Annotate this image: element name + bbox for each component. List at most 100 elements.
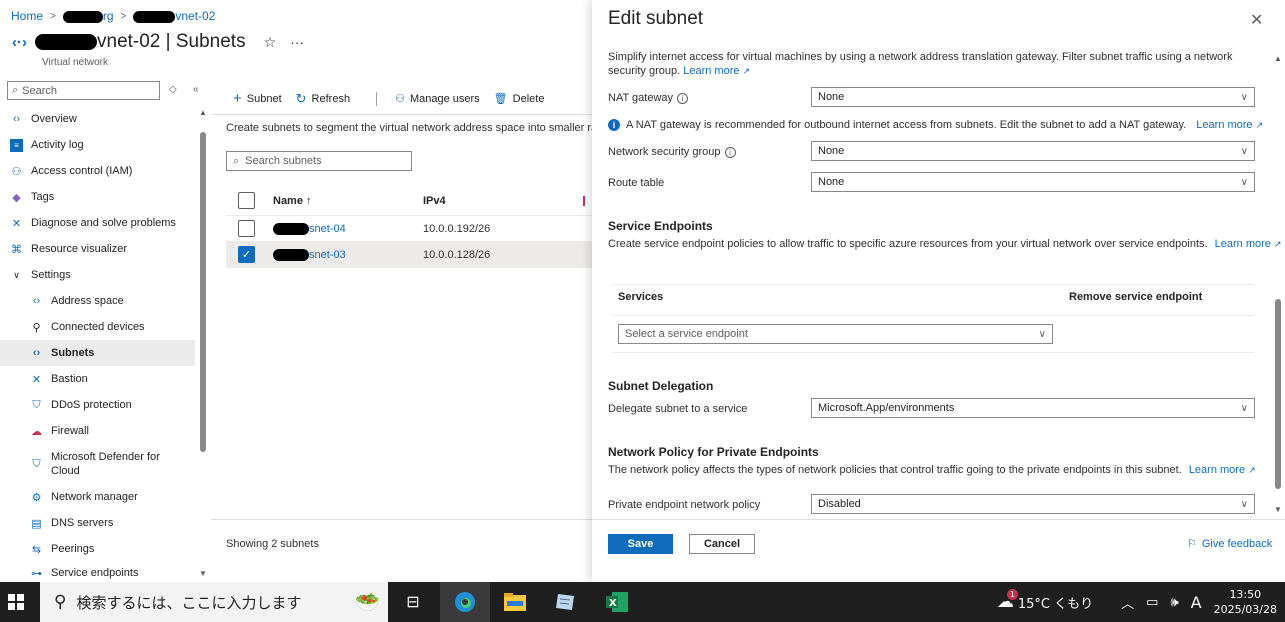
delegation-dropdown[interactable]: Microsoft.App/environments ∨ — [811, 398, 1255, 418]
service-endpoint-dropdown[interactable]: Select a service endpoint ∨ — [618, 324, 1053, 344]
sidebar-item-ddos[interactable]: ⛉ DDoS protection — [0, 392, 195, 418]
chevron-up-icon[interactable]: ︿ — [1121, 593, 1134, 612]
sidebar-item-overview[interactable]: ‹› Overview — [0, 106, 195, 132]
delete-button[interactable]: 🗑 Delete — [494, 92, 545, 106]
subnet-name-link[interactable]: snet-03 — [273, 248, 423, 261]
scrollbar-thumb[interactable] — [1275, 299, 1281, 489]
chevron-down-icon: ∨ — [1240, 91, 1248, 103]
firewall-icon: ☁ — [31, 425, 42, 438]
breadcrumb-resource-group[interactable]: rg — [62, 9, 114, 23]
results-count: Showing 2 subnets — [226, 538, 319, 550]
route-table-label: Route table — [608, 177, 665, 189]
weather-widget[interactable]: ☁ 1 15°C くもり — [997, 589, 1093, 612]
sidebar-item-tags[interactable]: ◆ Tags — [0, 184, 195, 210]
nsg-dropdown[interactable]: None ∨ — [811, 141, 1255, 161]
feedback-icon: ⚐ — [1187, 538, 1197, 550]
sidebar-item-dns-servers[interactable]: ▤ DNS servers — [0, 510, 195, 536]
search-highlight-icon: 🥗 — [355, 590, 380, 614]
scroll-up-icon[interactable]: ▲ — [199, 108, 207, 117]
windows-start-icon[interactable] — [8, 594, 24, 613]
info-icon[interactable]: i — [724, 146, 736, 158]
row-checkbox[interactable] — [238, 220, 255, 237]
sidebar-item-activity-log[interactable]: ≡ Activity log — [0, 132, 195, 158]
delegate-label: Delegate subnet to a service — [608, 403, 748, 415]
chevron-down-icon: ∨ — [13, 269, 20, 280]
learn-more-link[interactable]: Learn more ↗ — [1196, 118, 1263, 132]
learn-more-link[interactable]: Learn more ↗ — [1215, 238, 1282, 250]
refresh-button[interactable]: ↻ Refresh — [296, 91, 350, 107]
panel-intro: Simplify internet access for virtual mac… — [608, 51, 1233, 77]
redacted-text — [62, 10, 103, 23]
info-filled-icon: i — [608, 119, 620, 131]
row-checkbox[interactable]: ✓ — [238, 246, 255, 263]
sidebar-item-defender[interactable]: ⛉ Microsoft Defender for Cloud — [0, 444, 195, 484]
scroll-up-icon[interactable]: ▲ — [1274, 54, 1282, 63]
learn-more-link[interactable]: Learn more ↗ — [683, 65, 750, 77]
sidebar-item-subnets[interactable]: ‹› Subnets — [0, 340, 195, 366]
sidebar-item-bastion[interactable]: ✕ Bastion — [0, 366, 195, 392]
redacted-text — [35, 34, 97, 50]
sidebar-item-service-endpoints[interactable]: ⊶ Service endpoints — [0, 562, 195, 584]
table-row[interactable]: ✓ snet-03 10.0.0.128/26 — [226, 242, 592, 268]
chevron-right-icon: > — [120, 10, 127, 22]
sidebar-group-settings[interactable]: ∨ Settings — [0, 262, 195, 288]
divider — [211, 519, 592, 520]
sidebar-item-peerings[interactable]: ⇆ Peerings — [0, 536, 195, 562]
chevron-right-icon: > — [50, 10, 56, 22]
sidebar-search-input[interactable]: ⌕ Search — [7, 81, 160, 100]
private-endpoint-policy-dropdown[interactable]: Disabled ∨ — [811, 494, 1255, 514]
resource-type: Virtual network — [42, 57, 108, 68]
add-subnet-button[interactable]: + Subnet — [233, 90, 282, 107]
column-name[interactable]: Name ↑ — [273, 195, 423, 207]
route-table-dropdown[interactable]: None ∨ — [811, 172, 1255, 192]
info-icon[interactable]: i — [677, 92, 689, 104]
edge-browser-icon[interactable] — [440, 582, 490, 622]
column-ipv4[interactable]: IPv4 — [423, 195, 583, 207]
sidebar-scrollbar[interactable]: ▲ ▼ — [199, 108, 207, 578]
external-link-icon: ↗ — [1255, 120, 1264, 130]
private-endpoint-policy-label: Private endpoint network policy — [608, 499, 761, 511]
network-icon[interactable]: ▭ — [1146, 595, 1158, 610]
scroll-down-icon[interactable]: ▼ — [199, 569, 207, 578]
redacted-text — [133, 10, 176, 23]
save-button[interactable]: Save — [608, 534, 673, 554]
search-icon: ⚲ — [54, 592, 67, 612]
close-icon[interactable]: ✕ — [1250, 10, 1263, 30]
sidebar-item-diagnose[interactable]: ✕ Diagnose and solve problems — [0, 210, 195, 236]
nat-gateway-dropdown[interactable]: None ∨ — [811, 87, 1255, 107]
divider — [592, 519, 1285, 520]
sidebar-item-address-space[interactable]: ‹› Address space — [0, 288, 195, 314]
table-row[interactable]: snet-04 10.0.0.192/26 — [226, 216, 592, 242]
task-view-icon[interactable]: ⊟ — [388, 582, 438, 622]
subnet-ipv4: 10.0.0.128/26 — [423, 248, 491, 261]
star-icon[interactable]: ☆ — [264, 34, 277, 51]
cancel-button[interactable]: Cancel — [689, 534, 755, 554]
collapse-sidebar-icon[interactable]: « — [193, 84, 199, 95]
give-feedback-link[interactable]: ⚐ Give feedback — [1187, 537, 1272, 551]
speaker-icon[interactable]: 🕪 — [1170, 595, 1178, 610]
more-icon[interactable]: ··· — [290, 34, 304, 50]
sidebar-item-resource-visualizer[interactable]: ⌘ Resource visualizer — [0, 236, 195, 262]
breadcrumb-home[interactable]: Home — [11, 9, 43, 23]
excel-icon[interactable]: X — [592, 582, 642, 622]
panel-scrollbar[interactable]: ▲ ▼ — [1274, 54, 1282, 514]
manage-users-button[interactable]: ⚇ Manage users — [395, 92, 480, 106]
learn-more-link[interactable]: Learn more ↗ — [1189, 464, 1256, 476]
sidebar-item-network-manager[interactable]: ⚙ Network manager — [0, 484, 195, 510]
notepad-icon[interactable] — [540, 582, 590, 622]
subnet-search-input[interactable]: ⌕ Search subnets — [226, 151, 412, 171]
taskbar-search-input[interactable]: ⚲ 検索するには、ここに入力します 🥗 — [40, 582, 388, 622]
sidebar-item-access-control[interactable]: ⚇ Access control (IAM) — [0, 158, 195, 184]
scroll-down-icon[interactable]: ▼ — [1274, 505, 1282, 514]
sidebar-item-connected-devices[interactable]: ⚲ Connected devices — [0, 314, 195, 340]
sidebar-item-firewall[interactable]: ☁ Firewall — [0, 418, 195, 444]
clock[interactable]: 13:50 2025/03/28 — [1214, 587, 1277, 617]
ime-indicator[interactable]: A — [1191, 593, 1202, 612]
expand-collapse-icon[interactable]: ◇ — [169, 84, 177, 95]
select-all-checkbox[interactable] — [238, 192, 255, 209]
file-explorer-icon[interactable] — [490, 582, 540, 622]
scrollbar-thumb[interactable] — [200, 132, 206, 452]
svg-text:X: X — [609, 598, 617, 609]
breadcrumb-vnet[interactable]: vnet-02 — [133, 9, 215, 23]
subnet-name-link[interactable]: snet-04 — [273, 222, 423, 235]
